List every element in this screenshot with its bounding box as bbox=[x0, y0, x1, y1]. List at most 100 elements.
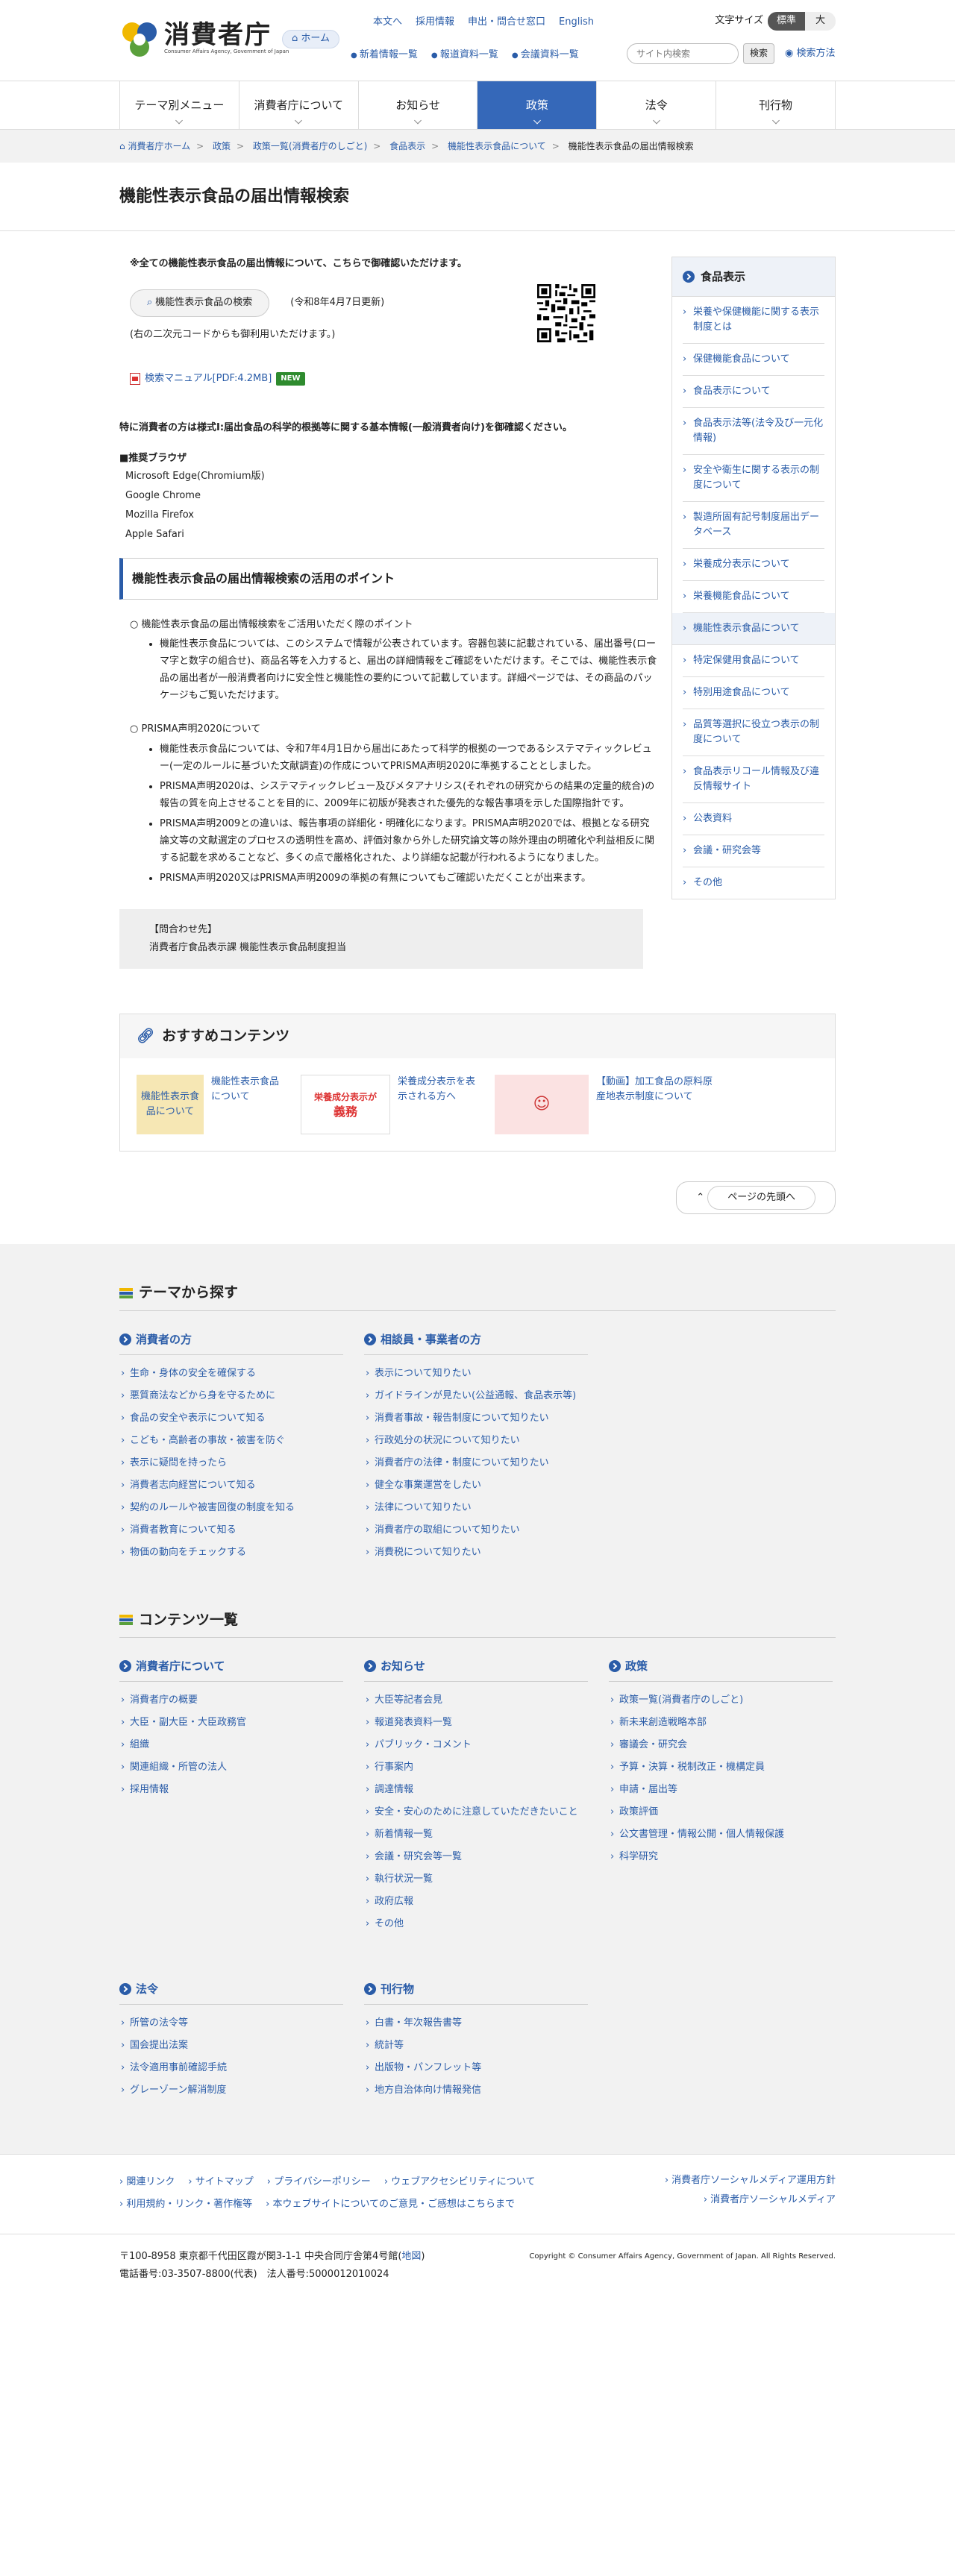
footer-column-link[interactable]: 統計等 bbox=[364, 2035, 588, 2057]
footer-column-link[interactable]: 公文書管理・情報公開・個人情報保護 bbox=[609, 1823, 833, 1846]
link-contact[interactable]: 申出・問合せ窓口 bbox=[468, 15, 545, 31]
link-new-info[interactable]: 新着情報一覧 bbox=[351, 48, 418, 63]
footer-social-link[interactable]: 消費者庁ソーシャルメディア bbox=[704, 2194, 836, 2205]
font-size-large-button[interactable]: 大 bbox=[804, 12, 836, 31]
nav-theme-menu[interactable]: テーマ別メニュー bbox=[120, 81, 239, 129]
footer-link[interactable]: 本ウェブサイトについてのご意見・ご感想はこちらまで bbox=[266, 2193, 515, 2216]
recommend-thumbnail[interactable]: 栄養成分表示が 義務 bbox=[301, 1074, 390, 1134]
footer-column-link[interactable]: 健全な事業運営をしたい bbox=[364, 1474, 588, 1497]
footer-column-link[interactable]: 白書・年次報告書等 bbox=[364, 2012, 588, 2035]
footer-column-link[interactable]: 大臣等記者会見 bbox=[364, 1689, 588, 1712]
footer-social-policy-link[interactable]: 消費者庁ソーシャルメディア運用方針 bbox=[665, 2175, 836, 2186]
footer-column-link[interactable]: 政策一覧(消費者庁のしごと) bbox=[609, 1689, 833, 1712]
nav-policy[interactable]: 政策 bbox=[478, 81, 598, 129]
nav-laws[interactable]: 法令 bbox=[597, 81, 717, 129]
link-meeting-materials[interactable]: 会議資料一覧 bbox=[512, 48, 579, 63]
footer-column-link[interactable]: 組織 bbox=[119, 1734, 343, 1756]
footer-link[interactable]: 利用規約・リンク・著作権等 bbox=[119, 2193, 252, 2216]
link-press-releases[interactable]: 報道資料一覧 bbox=[431, 48, 498, 63]
recommend-link[interactable]: 機能性表示食品について bbox=[211, 1075, 286, 1134]
sidebar-item[interactable]: 栄養機能食品について bbox=[683, 581, 824, 613]
sidebar-item[interactable]: 栄養成分表示について bbox=[683, 549, 824, 581]
footer-column-link[interactable]: 大臣・副大臣・大臣政務官 bbox=[119, 1712, 343, 1734]
sidebar-item[interactable]: 特定保健用食品について bbox=[683, 645, 824, 677]
footer-column-link[interactable]: 採用情報 bbox=[119, 1779, 343, 1801]
footer-column-link[interactable]: 行政処分の状況について知りたい bbox=[364, 1430, 588, 1452]
recommend-link[interactable]: 栄養成分表示を表示される方へ bbox=[398, 1075, 480, 1134]
footer-column-link[interactable]: 地方自治体向け情報発信 bbox=[364, 2079, 588, 2102]
sidebar-item[interactable]: 食品表示法等(法令及び一元化情報) bbox=[683, 408, 824, 455]
footer-column-link[interactable]: 悪質商法などから身を守るために bbox=[119, 1385, 343, 1407]
breadcrumb-policy[interactable]: 政策 bbox=[213, 141, 231, 151]
sidebar-item[interactable]: 安全や衛生に関する表示の制度について bbox=[683, 455, 824, 502]
breadcrumb-policy-list[interactable]: 政策一覧(消費者庁のしごと) bbox=[253, 141, 367, 151]
sidebar-item[interactable]: 品質等選択に役立つ表示の制度について bbox=[683, 709, 824, 756]
breadcrumb-functional-foods[interactable]: 機能性表示食品について bbox=[448, 141, 546, 151]
footer-column-link[interactable]: 関連組織・所管の法人 bbox=[119, 1756, 343, 1779]
footer-link[interactable]: 関連リンク bbox=[119, 2171, 175, 2193]
footer-link[interactable]: プライバシーポリシー bbox=[267, 2171, 371, 2193]
footer-column-link[interactable]: 契約のルールや被害回復の制度を知る bbox=[119, 1497, 343, 1519]
footer-column-link[interactable]: 消費者志向経営について知る bbox=[119, 1474, 343, 1497]
footer-column-link[interactable]: 消費者事故・報告制度について知りたい bbox=[364, 1407, 588, 1430]
footer-column-link[interactable]: 会議・研究会等一覧 bbox=[364, 1846, 588, 1868]
footer-column-link[interactable]: パブリック・コメント bbox=[364, 1734, 588, 1756]
footer-column-link[interactable]: ガイドラインが見たい(公益通報、食品表示等) bbox=[364, 1385, 588, 1407]
footer-column-link[interactable]: 消費者庁の法律・制度について知りたい bbox=[364, 1452, 588, 1474]
link-main-content[interactable]: 本文へ bbox=[373, 15, 402, 31]
footer-column-link[interactable]: 物価の動向をチェックする bbox=[119, 1542, 343, 1564]
footer-column-link[interactable]: 消費者庁の取組について知りたい bbox=[364, 1519, 588, 1542]
footer-column-link[interactable]: 調達情報 bbox=[364, 1779, 588, 1801]
footer-column-link[interactable]: その他 bbox=[364, 1913, 588, 1935]
nav-publications[interactable]: 刊行物 bbox=[716, 81, 836, 129]
footer-column-link[interactable]: 新着情報一覧 bbox=[364, 1823, 588, 1846]
footer-link[interactable]: ウェブアクセシビリティについて bbox=[384, 2171, 535, 2193]
footer-column-link[interactable]: 政府広報 bbox=[364, 1891, 588, 1913]
footer-column-heading[interactable]: 政策 bbox=[609, 1657, 833, 1683]
footer-column-link[interactable]: 申請・届出等 bbox=[609, 1779, 833, 1801]
footer-column-link[interactable]: 所管の法令等 bbox=[119, 2012, 343, 2035]
footer-column-link[interactable]: 消費者教育について知る bbox=[119, 1519, 343, 1542]
footer-link[interactable]: サイトマップ bbox=[188, 2171, 254, 2193]
footer-column-heading[interactable]: 消費者の方 bbox=[119, 1331, 343, 1355]
sidebar-item[interactable]: 特別用途食品について bbox=[683, 677, 824, 709]
sidebar-item-active[interactable]: 機能性表示食品について bbox=[672, 613, 835, 645]
page-top-button[interactable]: ⌃ ページの先頭へ bbox=[676, 1181, 836, 1215]
search-manual-link[interactable]: 検索マニュアル[PDF:4.2MB] bbox=[145, 371, 272, 387]
footer-column-link[interactable]: 報道発表資料一覧 bbox=[364, 1712, 588, 1734]
link-recruit[interactable]: 採用情報 bbox=[416, 15, 454, 31]
footer-column-link[interactable]: 科学研究 bbox=[609, 1846, 833, 1868]
sidebar-item[interactable]: 公表資料 bbox=[683, 803, 824, 835]
sidebar-item[interactable]: 製造所固有記号制度届出データベース bbox=[683, 502, 824, 549]
footer-column-link[interactable]: 生命・身体の安全を確保する bbox=[119, 1363, 343, 1385]
sidebar-item[interactable]: 食品表示について bbox=[683, 376, 824, 408]
footer-column-link[interactable]: グレーゾーン解消制度 bbox=[119, 2079, 343, 2102]
footer-column-link[interactable]: 表示について知りたい bbox=[364, 1363, 588, 1385]
footer-column-link[interactable]: 予算・決算・税制改正・機構定員 bbox=[609, 1756, 833, 1779]
breadcrumb-home[interactable]: ⌂ 消費者庁ホーム bbox=[119, 141, 190, 151]
recommend-link[interactable]: 【動画】加工食品の原料原産地表示制度について bbox=[596, 1075, 718, 1134]
recommend-video-thumbnail[interactable]: ☺ bbox=[495, 1074, 589, 1134]
footer-column-link[interactable]: 消費者庁の概要 bbox=[119, 1689, 343, 1712]
site-logo[interactable]: 消費者庁 Consumer Affairs Agency, Government… bbox=[119, 19, 289, 60]
footer-column-link[interactable]: 国会提出法案 bbox=[119, 2035, 343, 2057]
footer-column-link[interactable]: 法令適用事前確認手続 bbox=[119, 2057, 343, 2079]
breadcrumb-food-labeling[interactable]: 食品表示 bbox=[389, 141, 425, 151]
recommend-thumbnail[interactable]: 機能性表示食品について bbox=[137, 1074, 204, 1134]
search-method-link[interactable]: ◉ 検索方法 bbox=[785, 46, 836, 62]
footer-column-link[interactable]: 安全・安心のために注意していただきたいこと bbox=[364, 1801, 588, 1823]
footer-column-link[interactable]: 法律について知りたい bbox=[364, 1497, 588, 1519]
font-size-standard-button[interactable]: 標準 bbox=[767, 12, 805, 31]
sidebar-item[interactable]: 食品表示リコール情報及び違反情報サイト bbox=[683, 756, 824, 803]
footer-column-heading[interactable]: 刊行物 bbox=[364, 1980, 588, 2005]
footer-column-link[interactable]: 表示に疑問を持ったら bbox=[119, 1452, 343, 1474]
sidebar-item[interactable]: その他 bbox=[683, 867, 824, 899]
functional-food-search-button[interactable]: ⌕ 機能性表示食品の検索 bbox=[130, 289, 270, 318]
footer-column-link[interactable]: 新未来創造戦略本部 bbox=[609, 1712, 833, 1734]
footer-column-link[interactable]: 執行状況一覧 bbox=[364, 1868, 588, 1891]
search-input[interactable] bbox=[627, 43, 739, 64]
footer-column-link[interactable]: 消費税について知りたい bbox=[364, 1542, 588, 1564]
footer-column-link[interactable]: 食品の安全や表示について知る bbox=[119, 1407, 343, 1430]
footer-column-heading[interactable]: 相談員・事業者の方 bbox=[364, 1331, 588, 1355]
home-button[interactable]: ⌂ ホーム bbox=[282, 30, 340, 48]
